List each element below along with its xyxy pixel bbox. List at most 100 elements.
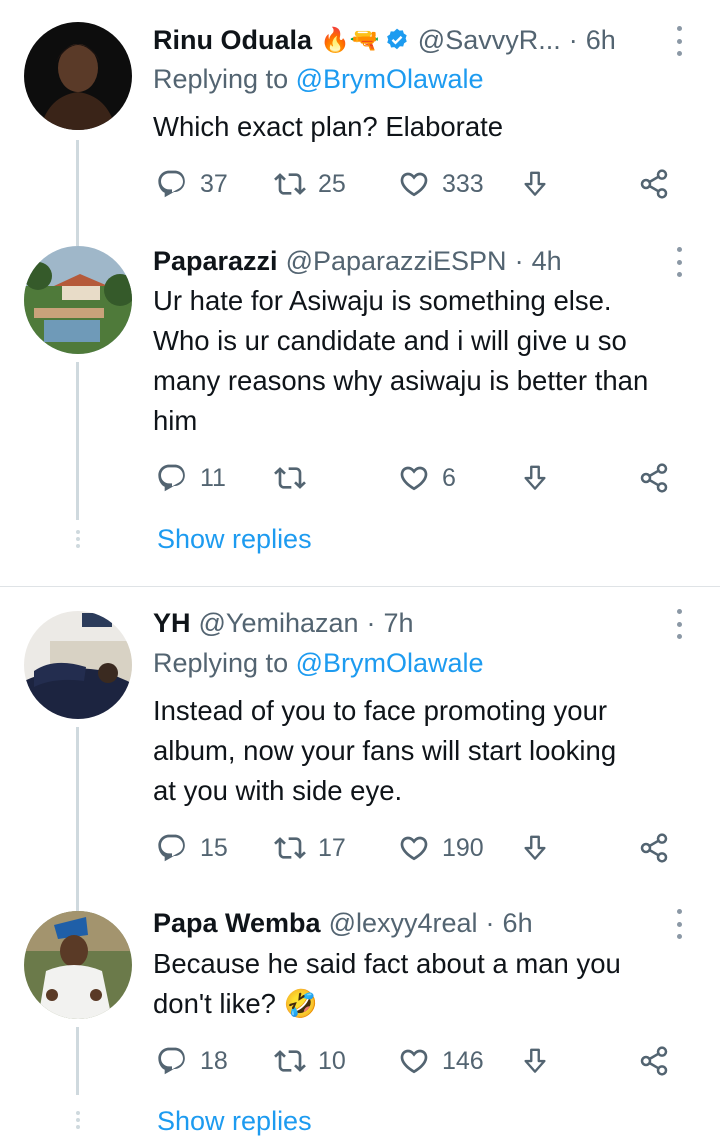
retweet-count: 25 bbox=[318, 169, 346, 198]
share-button[interactable] bbox=[638, 1041, 670, 1081]
reply-count: 15 bbox=[200, 833, 228, 862]
show-replies-link[interactable]: Show replies bbox=[157, 524, 312, 555]
tweet-header: YH @Yemihazan · 7h bbox=[153, 605, 660, 641]
reply-icon bbox=[156, 1045, 188, 1077]
analytics-button[interactable] bbox=[520, 164, 550, 204]
user-handle[interactable]: @SavvyR... bbox=[418, 25, 561, 56]
like-icon bbox=[398, 1045, 430, 1077]
reply-button[interactable]: 11 bbox=[156, 458, 226, 498]
display-name[interactable]: Papa Wemba bbox=[153, 908, 321, 939]
analytics-button[interactable] bbox=[520, 1041, 550, 1081]
share-button[interactable] bbox=[638, 828, 670, 868]
more-icon[interactable] bbox=[672, 247, 686, 277]
share-button[interactable] bbox=[638, 164, 670, 204]
like-icon bbox=[398, 462, 430, 494]
avatar[interactable] bbox=[24, 911, 132, 1019]
tweet[interactable]: YH @Yemihazan · 7h Replying to @BrymOlaw… bbox=[0, 587, 720, 887]
more-icon[interactable] bbox=[672, 609, 686, 639]
thread-line bbox=[76, 362, 79, 520]
like-icon bbox=[398, 168, 430, 200]
mention-link[interactable]: @BrymOlawale bbox=[296, 648, 484, 678]
analytics-button[interactable] bbox=[520, 828, 550, 868]
more-icon[interactable] bbox=[672, 26, 686, 56]
replying-to: Replying to @BrymOlawale bbox=[153, 648, 484, 679]
thread-line bbox=[76, 232, 79, 246]
tweet-header: Papa Wemba @lexyy4real · 6h bbox=[153, 905, 660, 941]
mention-link[interactable]: @BrymOlawale bbox=[296, 64, 484, 94]
like-icon bbox=[398, 832, 430, 864]
reply-count: 18 bbox=[200, 1046, 228, 1075]
share-icon bbox=[638, 168, 670, 200]
thread-collapsed-dots bbox=[76, 530, 80, 548]
tweet-text: Which exact plan? Elaborate bbox=[153, 111, 504, 142]
reply-count: 11 bbox=[200, 463, 226, 492]
like-button[interactable]: 190 bbox=[398, 828, 484, 868]
tweet[interactable]: Rinu Oduala 🔥🔫 @SavvyR... · 6h Replying … bbox=[0, 0, 720, 232]
tweet-header: Rinu Oduala 🔥🔫 @SavvyR... · 6h bbox=[153, 22, 660, 58]
analytics-icon bbox=[520, 463, 550, 493]
replying-to: Replying to @BrymOlawale bbox=[153, 64, 484, 95]
separator-dot: · bbox=[366, 607, 376, 638]
action-bar: 18 10 146 bbox=[156, 1041, 686, 1081]
like-button[interactable]: 146 bbox=[398, 1041, 484, 1081]
thread-collapsed-dots bbox=[76, 1111, 80, 1129]
like-count: 333 bbox=[442, 169, 484, 198]
retweet-icon bbox=[274, 832, 306, 864]
user-handle[interactable]: @Yemihazan bbox=[199, 608, 359, 639]
tweet-text: Instead of you to face promoting your al… bbox=[153, 695, 617, 806]
like-button[interactable]: 333 bbox=[398, 164, 484, 204]
display-name[interactable]: Paparazzi bbox=[153, 246, 278, 277]
user-handle[interactable]: @lexyy4real bbox=[329, 908, 478, 939]
avatar[interactable] bbox=[24, 611, 132, 719]
reply-icon bbox=[156, 168, 188, 200]
share-button[interactable] bbox=[638, 458, 670, 498]
display-name[interactable]: Rinu Oduala bbox=[153, 25, 312, 56]
analytics-button[interactable] bbox=[520, 458, 550, 498]
user-handle[interactable]: @PaparazziESPN bbox=[286, 246, 507, 277]
separator-dot: · bbox=[514, 245, 524, 276]
tweet[interactable]: Papa Wemba @lexyy4real · 6h Because he s… bbox=[0, 887, 720, 1146]
name-badges: 🔥🔫 bbox=[320, 26, 410, 55]
timestamp[interactable]: 7h bbox=[384, 608, 414, 639]
retweet-button[interactable]: 25 bbox=[274, 164, 346, 204]
tweet-text: Ur hate for Asiwaju is something else. W… bbox=[153, 285, 649, 436]
show-replies-link[interactable]: Show replies bbox=[157, 1106, 312, 1137]
reply-button[interactable]: 18 bbox=[156, 1041, 228, 1081]
tweet[interactable]: Paparazzi @PaparazziESPN · 4h Ur hate fo… bbox=[0, 232, 720, 587]
tweet-header: Paparazzi @PaparazziESPN · 4h bbox=[153, 243, 660, 279]
retweet-icon bbox=[274, 1045, 306, 1077]
separator-dot: · bbox=[568, 24, 578, 55]
avatar-photo bbox=[24, 22, 132, 130]
reply-button[interactable]: 15 bbox=[156, 828, 228, 868]
like-count: 146 bbox=[442, 1046, 484, 1075]
retweet-button[interactable] bbox=[274, 458, 318, 498]
like-button[interactable]: 6 bbox=[398, 458, 456, 498]
retweet-button[interactable]: 10 bbox=[274, 1041, 346, 1081]
avatar[interactable] bbox=[24, 22, 132, 130]
avatar[interactable] bbox=[24, 246, 132, 354]
share-icon bbox=[638, 832, 670, 864]
avatar-photo bbox=[24, 611, 132, 719]
display-name[interactable]: YH bbox=[153, 608, 191, 639]
thread-line bbox=[76, 140, 79, 232]
thread-line bbox=[76, 1027, 79, 1095]
profile-emoji: 🔥🔫 bbox=[320, 26, 380, 54]
separator-dot: · bbox=[485, 907, 495, 938]
retweet-count: 17 bbox=[318, 833, 346, 862]
analytics-icon bbox=[520, 833, 550, 863]
more-icon[interactable] bbox=[672, 909, 686, 939]
retweet-button[interactable]: 17 bbox=[274, 828, 346, 868]
timestamp[interactable]: 6h bbox=[586, 25, 616, 56]
retweet-icon bbox=[274, 168, 306, 200]
like-count: 6 bbox=[442, 463, 456, 492]
like-count: 190 bbox=[442, 833, 484, 862]
analytics-icon bbox=[520, 1046, 550, 1076]
thread-line bbox=[76, 727, 79, 887]
replying-label: Replying to bbox=[153, 648, 296, 678]
timestamp[interactable]: 4h bbox=[532, 246, 562, 277]
action-bar: 11 6 bbox=[156, 458, 686, 498]
timestamp[interactable]: 6h bbox=[503, 908, 533, 939]
avatar-photo bbox=[24, 246, 132, 354]
reply-button[interactable]: 37 bbox=[156, 164, 228, 204]
reply-count: 37 bbox=[200, 169, 228, 198]
